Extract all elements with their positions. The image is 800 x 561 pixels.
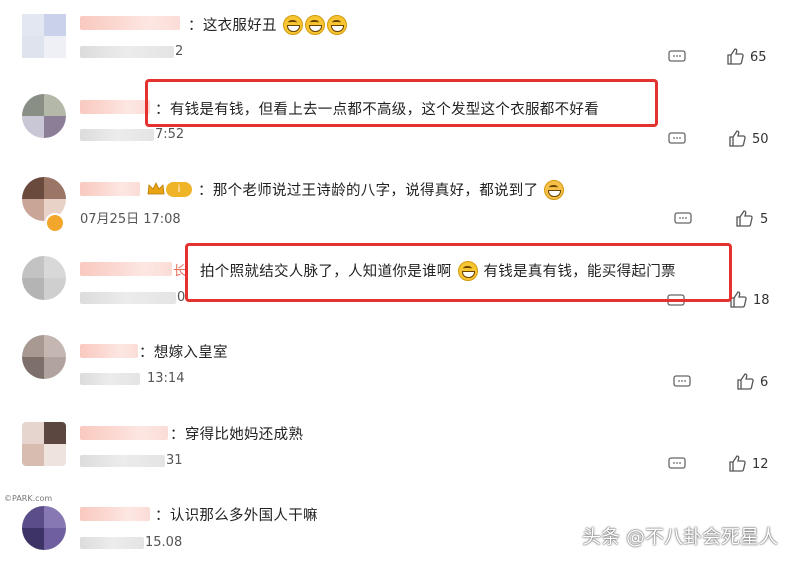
corner-logo: ©PARK.com — [4, 494, 53, 503]
avatar[interactable] — [22, 256, 66, 300]
like-count: 50 — [752, 132, 769, 147]
timestamp: 15.08 — [145, 535, 183, 550]
watermark: 头条 @不八卦会死星人 — [581, 526, 778, 548]
clasped-hands-emoji-icon — [544, 180, 565, 200]
like-count: 6 — [760, 375, 769, 390]
timestamp: 31 — [166, 453, 183, 468]
avatar[interactable] — [22, 94, 66, 138]
avatar[interactable] — [22, 335, 66, 379]
comment-text: ：想嫁入皇室 — [139, 345, 228, 361]
reply-icon[interactable] — [674, 212, 692, 226]
comment-row-1: ：这衣服好丑 2 65 — [0, 0, 800, 80]
comment-row-3: i ：那个老师说过王诗龄的八字，说得真好，都说到了 07月25日 17:08 5 — [0, 160, 800, 240]
highlight-box — [185, 243, 732, 302]
reply-icon[interactable] — [668, 457, 686, 471]
grinning-emoji-icon — [282, 15, 303, 35]
thumbs-up-icon[interactable] — [729, 130, 746, 147]
vip-crown-icon — [147, 181, 165, 195]
grinning-emoji-icon — [326, 15, 347, 35]
timestamp-blur — [80, 537, 144, 549]
thumbs-up-icon[interactable] — [737, 373, 754, 390]
comment-text: ：穿得比她妈还成熟 — [170, 427, 304, 443]
username[interactable] — [80, 426, 168, 440]
reply-icon[interactable] — [668, 132, 686, 146]
reply-icon[interactable] — [668, 50, 686, 64]
avatar[interactable] — [22, 506, 66, 550]
timestamp: 07月25日 17:08 — [80, 212, 181, 227]
timestamp-blur — [80, 129, 154, 141]
reply-icon[interactable] — [673, 375, 691, 389]
thumbs-up-icon[interactable] — [736, 210, 753, 227]
highlight-box — [145, 79, 658, 127]
avatar[interactable] — [22, 14, 66, 58]
avatar[interactable] — [22, 422, 66, 466]
username[interactable] — [80, 16, 180, 30]
thumbs-up-icon[interactable] — [727, 48, 744, 65]
comment-text: ：这衣服好丑 — [188, 14, 348, 35]
timestamp-blur — [80, 292, 176, 304]
username[interactable] — [80, 344, 138, 358]
like-count: 5 — [760, 212, 769, 227]
like-count: 65 — [750, 50, 767, 65]
comment-row-5: ：想嫁入皇室 13:14 6 — [0, 320, 800, 400]
thumbs-up-icon[interactable] — [730, 291, 747, 308]
timestamp: 7:52 — [155, 127, 185, 142]
grinning-emoji-icon — [304, 15, 325, 35]
comment-text: ：那个老师说过王诗龄的八字，说得真好，都说到了 — [198, 179, 565, 200]
like-count: 18 — [753, 293, 770, 308]
username[interactable] — [80, 507, 150, 521]
comment-row-6: ：穿得比她妈还成熟 31 12 — [0, 400, 800, 480]
timestamp-blur — [80, 373, 140, 385]
level-badge: i — [166, 182, 192, 197]
timestamp-blur — [80, 455, 165, 467]
verified-badge-icon — [45, 213, 65, 233]
like-count: 12 — [752, 457, 769, 472]
thumbs-up-icon[interactable] — [729, 455, 746, 472]
comment-text: ：认识那么多外国人干嘛 — [155, 508, 318, 524]
username[interactable] — [80, 262, 172, 276]
timestamp-blur — [80, 46, 174, 58]
username[interactable] — [80, 182, 140, 196]
timestamp: 2 — [175, 44, 184, 59]
username[interactable] — [80, 100, 150, 114]
timestamp: 13:14 — [147, 371, 185, 386]
